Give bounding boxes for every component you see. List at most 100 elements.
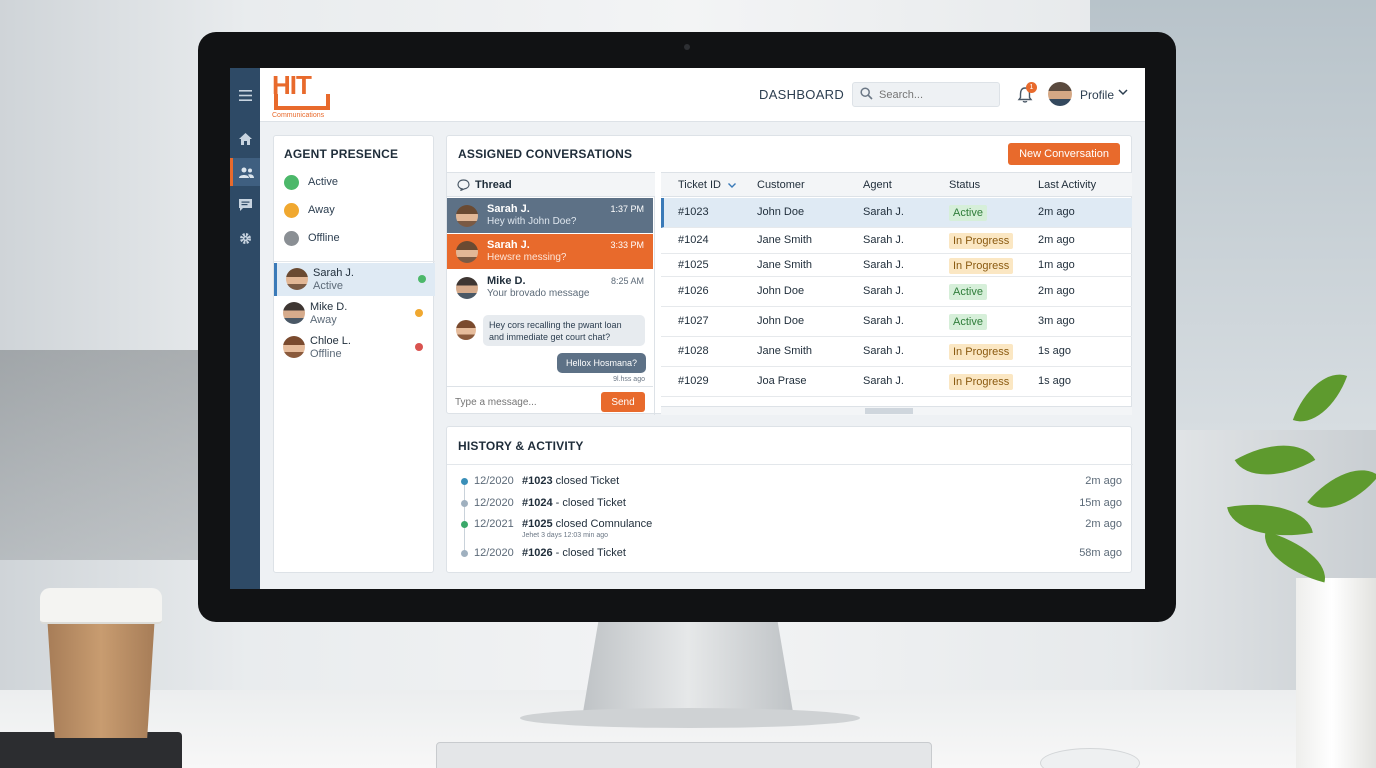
legend-item-active: Active bbox=[284, 172, 338, 192]
thread-sender: Sarah J. bbox=[487, 239, 530, 251]
status-dot bbox=[415, 343, 423, 351]
table-row[interactable]: #1023 John Doe Sarah J. Active 2m ago bbox=[661, 198, 1132, 228]
nav-rail bbox=[230, 68, 260, 589]
menu-icon[interactable] bbox=[230, 81, 260, 109]
agent-name: Chloe L. bbox=[310, 335, 351, 347]
timeline-dot bbox=[461, 478, 468, 485]
history-time-ago: 2m ago bbox=[1085, 518, 1122, 530]
app-screen: HIT Communications DASHBOARD 1 Profile A… bbox=[230, 68, 1145, 589]
history-text: #1025 closed Comnulance bbox=[522, 518, 653, 530]
avatar[interactable] bbox=[1048, 82, 1072, 106]
search-icon bbox=[860, 87, 873, 100]
legend-label: Away bbox=[308, 204, 335, 216]
scrollbar-thumb[interactable] bbox=[865, 408, 913, 414]
users-icon[interactable] bbox=[230, 158, 260, 186]
thread-preview: Hewsre messing? bbox=[487, 252, 567, 263]
agent-status: Active bbox=[313, 280, 343, 292]
status-badge: In Progress bbox=[949, 258, 1014, 274]
new-conversation-button[interactable]: New Conversation bbox=[1008, 143, 1120, 165]
table-row[interactable]: #1026 John Doe Sarah J. Active 2m ago bbox=[661, 277, 1132, 307]
brand-logo[interactable]: HIT Communications bbox=[272, 72, 334, 120]
agent-item-chloe[interactable]: Chloe L. Offline bbox=[274, 331, 435, 364]
message-input[interactable] bbox=[455, 394, 595, 410]
home-icon[interactable] bbox=[230, 125, 260, 153]
table-row[interactable]: #1025 Jane Smith Sarah J. In Progress 1m ago bbox=[661, 254, 1132, 277]
customer-cell: John Doe bbox=[757, 285, 805, 297]
table-row[interactable]: #1027 John Doe Sarah J. Active 3m ago bbox=[661, 307, 1132, 337]
column-header-status[interactable]: Status bbox=[949, 179, 980, 191]
status-dot-away bbox=[284, 202, 299, 218]
customer-cell: Jane Smith bbox=[757, 259, 813, 271]
thread-time: 3:33 PM bbox=[610, 240, 644, 250]
chat-bubble-icon bbox=[457, 179, 470, 191]
column-header-last-activity[interactable]: Last Activity bbox=[1038, 179, 1096, 191]
outgoing-message-bubble: Hellox Hosmana? bbox=[557, 353, 646, 373]
history-item[interactable]: 12/2021 #1025 closed Comnulance Jehet 3 da… bbox=[447, 516, 1133, 539]
column-header-agent[interactable]: Agent bbox=[863, 179, 892, 191]
history-item[interactable]: 12/2020 #1026 - closed Ticket 58m ago bbox=[447, 545, 1133, 563]
horizontal-scrollbar[interactable] bbox=[661, 406, 1132, 415]
message-time: 9l.hss ago bbox=[613, 376, 645, 383]
thread-preview: Hey with John Doe? bbox=[487, 216, 577, 227]
last-activity-cell: 2m ago bbox=[1038, 206, 1075, 218]
gear-icon[interactable] bbox=[230, 224, 260, 252]
agent-cell: Sarah J. bbox=[863, 345, 904, 357]
panel-title: AGENT PRESENCE bbox=[284, 147, 399, 161]
thread-pane: Thread Sarah J. Hey with John Doe? 1:37 … bbox=[447, 172, 655, 415]
monitor-stand-base bbox=[520, 708, 860, 728]
status-dot bbox=[415, 309, 423, 317]
message-composer: Send bbox=[447, 386, 653, 416]
send-button[interactable]: Send bbox=[601, 392, 645, 412]
thread-preview: Your brovado message bbox=[487, 288, 590, 299]
divider bbox=[447, 464, 1133, 465]
history-item[interactable]: 12/2020 #1024 - closed Ticket 15m ago bbox=[447, 495, 1133, 513]
timeline-dot bbox=[461, 521, 468, 528]
timeline-dot bbox=[461, 550, 468, 557]
status-dot bbox=[418, 275, 426, 283]
table-row[interactable]: #1028 Jane Smith Sarah J. In Progress 1s ago bbox=[661, 337, 1132, 367]
ticket-id-cell: #1028 bbox=[678, 345, 709, 357]
ticket-id-cell: #1026 bbox=[678, 285, 709, 297]
column-header-ticket-id[interactable]: Ticket ID bbox=[678, 179, 721, 191]
table-row[interactable]: #1029 Joa Prase Sarah J. In Progress 1s ago bbox=[661, 367, 1132, 397]
history-date: 12/2021 bbox=[474, 518, 514, 530]
chat-icon[interactable] bbox=[230, 191, 260, 219]
incoming-message-bubble: Hey cors recalling the pwant loan and im… bbox=[483, 315, 645, 346]
history-item[interactable]: 12/2020 #1023 closed Ticket 2m ago bbox=[447, 473, 1133, 491]
table-row[interactable]: #1024 Jane Smith Sarah J. In Progress 2m ago bbox=[661, 228, 1132, 254]
thread-item[interactable]: Mike D. Your brovado message 8:25 AM bbox=[447, 270, 653, 305]
column-header-customer[interactable]: Customer bbox=[757, 179, 805, 191]
ticket-id-cell: #1027 bbox=[678, 315, 709, 327]
thread-item[interactable]: Sarah J. Hewsre messing? 3:33 PM bbox=[447, 234, 653, 269]
search-box[interactable] bbox=[852, 82, 1000, 107]
customer-cell: John Doe bbox=[757, 206, 805, 218]
avatar bbox=[456, 241, 478, 263]
agent-item-mike[interactable]: Mike D. Away bbox=[274, 297, 435, 330]
sort-chevron-icon[interactable] bbox=[728, 183, 736, 188]
agent-cell: Sarah J. bbox=[863, 375, 904, 387]
page-title: DASHBOARD bbox=[759, 87, 845, 102]
panel-title: HISTORY & ACTIVITY bbox=[458, 439, 584, 453]
monitor-stand bbox=[582, 618, 794, 718]
last-activity-cell: 2m ago bbox=[1038, 234, 1075, 246]
legend-label: Offline bbox=[308, 232, 340, 244]
status-badge: In Progress bbox=[949, 344, 1014, 360]
notification-badge: 1 bbox=[1026, 82, 1037, 93]
coffee-cup-lid bbox=[40, 588, 162, 624]
chevron-down-icon[interactable] bbox=[1118, 88, 1128, 98]
logo-subtitle: Communications bbox=[272, 112, 325, 119]
plant-pot bbox=[1296, 578, 1376, 768]
status-badge: Active bbox=[949, 205, 987, 221]
agent-cell: Sarah J. bbox=[863, 259, 904, 271]
agent-name: Mike D. bbox=[310, 301, 348, 313]
agent-name: Sarah J. bbox=[313, 267, 354, 279]
history-time-ago: 58m ago bbox=[1079, 547, 1122, 559]
agent-item-sarah[interactable]: Sarah J. Active bbox=[274, 263, 435, 296]
background-shelf bbox=[0, 350, 200, 560]
agent-cell: Sarah J. bbox=[863, 206, 904, 218]
profile-menu-label[interactable]: Profile bbox=[1080, 88, 1114, 102]
thread-item[interactable]: Sarah J. Hey with John Doe? 1:37 PM bbox=[447, 198, 653, 233]
search-input[interactable] bbox=[879, 87, 989, 103]
thread-time: 8:25 AM bbox=[610, 276, 644, 286]
status-badge: Active bbox=[949, 314, 987, 330]
